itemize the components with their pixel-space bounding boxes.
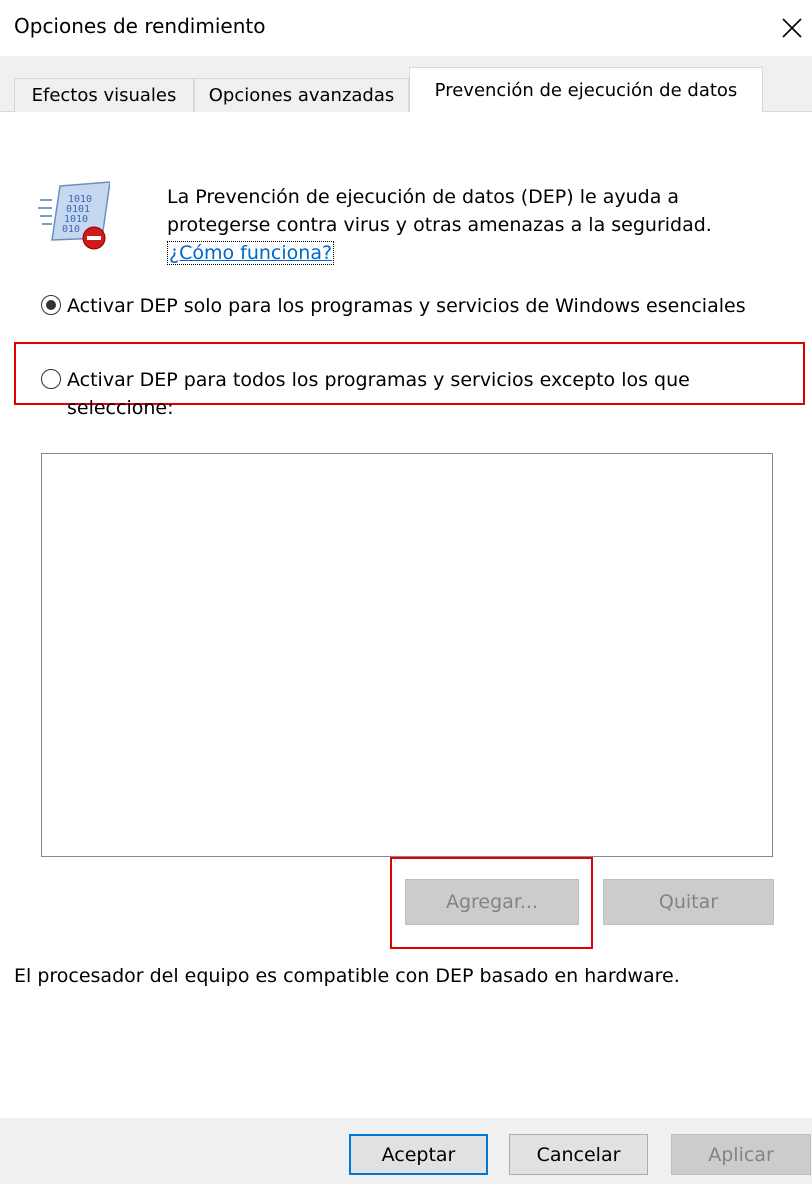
tab-advanced-options[interactable]: Opciones avanzadas bbox=[194, 78, 409, 112]
processor-support-text: El procesador del equipo es compatible c… bbox=[14, 965, 680, 987]
close-icon bbox=[782, 18, 802, 38]
apply-button[interactable]: Aplicar bbox=[671, 1134, 811, 1175]
ok-button-label: Aceptar bbox=[381, 1143, 456, 1166]
remove-button-label: Quitar bbox=[658, 891, 719, 913]
tab-visual-effects[interactable]: Efectos visuales bbox=[14, 78, 194, 112]
close-button[interactable] bbox=[772, 8, 812, 48]
tab-dep[interactable]: Prevención de ejecución de datos bbox=[409, 67, 763, 112]
tab-label: Prevención de ejecución de datos bbox=[434, 79, 738, 101]
tab-label: Opciones avanzadas bbox=[208, 85, 395, 106]
dep-option-all[interactable]: Activar DEP para todos los programas y s… bbox=[41, 366, 791, 422]
window-title: Opciones de rendimiento bbox=[14, 14, 266, 38]
dep-description: La Prevención de ejecución de datos (DEP… bbox=[167, 183, 787, 267]
dep-option-all-label: Activar DEP para todos los programas y s… bbox=[67, 369, 690, 419]
add-button[interactable]: Agregar... bbox=[405, 879, 579, 925]
remove-button[interactable]: Quitar bbox=[603, 879, 774, 925]
dep-option-essential-label: Activar DEP solo para los programas y se… bbox=[67, 295, 746, 317]
cancel-button[interactable]: Cancelar bbox=[509, 1134, 648, 1175]
exception-list[interactable] bbox=[41, 453, 773, 857]
add-button-label: Agregar... bbox=[445, 891, 539, 913]
ok-button[interactable]: Aceptar bbox=[349, 1134, 488, 1175]
radio-essential[interactable] bbox=[41, 295, 61, 315]
radio-all[interactable] bbox=[41, 369, 61, 389]
dep-option-essential[interactable]: Activar DEP solo para los programas y se… bbox=[41, 292, 761, 320]
dep-description-text: La Prevención de ejecución de datos (DEP… bbox=[167, 186, 712, 236]
how-it-works-link[interactable]: ¿Cómo funciona? bbox=[167, 241, 335, 265]
svg-text:010: 010 bbox=[62, 224, 80, 235]
apply-button-label: Aplicar bbox=[708, 1143, 774, 1166]
cancel-button-label: Cancelar bbox=[536, 1143, 621, 1166]
dep-shield-icon: 1010 0101 1010 010 bbox=[38, 178, 111, 250]
tab-label: Efectos visuales bbox=[31, 85, 177, 106]
